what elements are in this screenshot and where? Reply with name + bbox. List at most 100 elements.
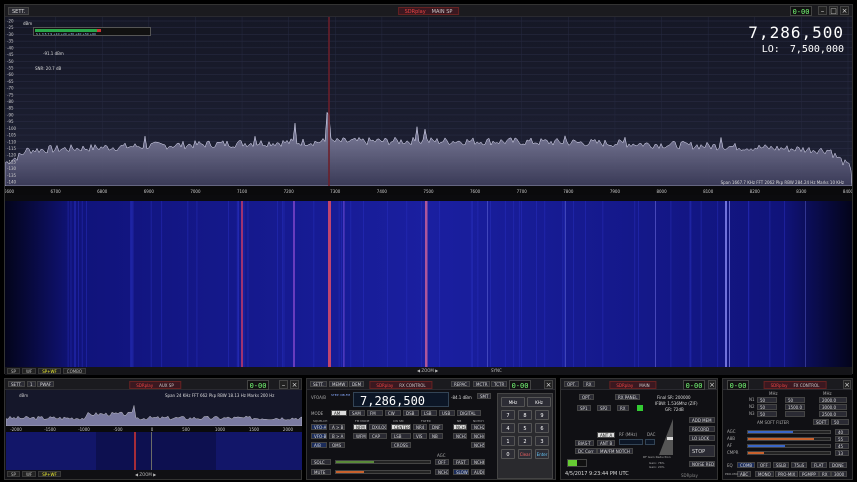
squelch-slider[interactable] — [335, 460, 431, 464]
keypad-1[interactable]: 1 — [501, 436, 515, 446]
aux-sp-button[interactable]: SP — [7, 471, 20, 477]
fx-row-value-a[interactable]: 50 — [757, 404, 777, 410]
mode-fm-button[interactable]: FM — [367, 410, 383, 416]
keypad-2[interactable]: 2 — [518, 436, 532, 446]
fx-row-value-a[interactable]: 50 — [757, 411, 777, 417]
agc-fast-button[interactable]: FAST — [453, 459, 469, 465]
stop-button[interactable]: STOP — [689, 445, 715, 457]
zoom-right-icon[interactable]: ▶ — [434, 368, 438, 373]
squelch-button[interactable]: SQLC — [311, 459, 331, 465]
volume-slider[interactable] — [335, 470, 431, 474]
mode-dsb-button[interactable]: DSB — [403, 410, 419, 416]
keypad-4[interactable]: 4 — [501, 423, 515, 433]
nch6-button[interactable]: NCH6 — [471, 459, 485, 465]
close-icon[interactable]: × — [290, 380, 299, 389]
fx-3000-value[interactable]: 3000 — [831, 471, 848, 477]
nch2-button[interactable]: NCH2 — [471, 424, 485, 430]
mode-lsb-button[interactable]: LSB — [421, 410, 437, 416]
record-button[interactable]: RECORD — [689, 426, 715, 432]
maximize-icon[interactable]: □ — [829, 6, 838, 15]
fx-level-value[interactable]: 13 — [835, 450, 849, 456]
lo-value[interactable]: 7,500,000 — [790, 44, 844, 55]
audio-button[interactable]: AUDIO — [471, 469, 485, 475]
smt-button[interactable]: SMT — [477, 393, 492, 399]
dc-corr-button[interactable]: DC Corr — [575, 448, 597, 454]
dxloc-button[interactable]: DX/LOC — [369, 424, 387, 430]
fx-level-value[interactable]: 45 — [835, 443, 849, 449]
comb-button[interactable]: COMB — [737, 462, 756, 468]
ant-a-button[interactable]: ANT A — [597, 432, 616, 438]
rx-mctr-tab[interactable]: MCTR — [473, 381, 491, 387]
agc-off-button[interactable]: OFF — [435, 459, 449, 465]
close-icon[interactable]: × — [708, 380, 716, 389]
fx-level-slider[interactable] — [747, 430, 831, 434]
dnf-button[interactable]: DNF — [429, 424, 443, 430]
minimize-icon[interactable]: – — [279, 380, 288, 389]
notch-button[interactable]: MW/FM NOTCH — [597, 448, 633, 454]
view-combo-button[interactable]: COMBO — [62, 368, 86, 374]
rx-memw-tab[interactable]: MEMW — [329, 381, 349, 387]
lo-frequency[interactable]: LO: 7,500,000 — [748, 44, 844, 55]
close-icon[interactable]: × — [843, 380, 851, 389]
cross-button[interactable]: CROSS — [391, 442, 411, 448]
aux-waterfall[interactable] — [6, 432, 302, 470]
dac-lcd[interactable] — [645, 439, 655, 445]
spectrum-display[interactable]: -20-25 -30 -35-40 -45 -50-55 -60 -65 -70-75 -80 -… — [5, 17, 852, 195]
nch4-button[interactable]: NCH4 — [471, 433, 485, 439]
b-to-a-button[interactable]: B > A — [329, 433, 345, 439]
close-icon[interactable]: × — [544, 380, 553, 389]
fx-row-value-c[interactable]: 3000.0 — [819, 404, 847, 410]
fx-row-value-a[interactable]: 50 — [757, 397, 777, 403]
close-icon[interactable]: × — [840, 6, 849, 15]
lo-lock-button[interactable]: LO LOCK — [689, 435, 715, 441]
fx-row-value-b[interactable] — [785, 411, 805, 417]
mainctl-rx-tab[interactable]: RX — [583, 381, 595, 387]
tuning-marker[interactable] — [328, 17, 330, 195]
zoom-control[interactable]: ◀ ZOOM ▶ — [417, 368, 497, 374]
vfo-a-button[interactable]: VFO-A — [311, 424, 327, 430]
keypad-5[interactable]: 5 — [518, 423, 532, 433]
nb-button[interactable]: NB — [429, 433, 443, 439]
keypad-0[interactable]: 0 — [501, 449, 515, 459]
fx-row-value-b[interactable]: 50 — [785, 397, 805, 403]
fx-level-value[interactable]: 55 — [835, 436, 849, 442]
mode-cw-button[interactable]: CW — [385, 410, 401, 416]
vfo-b-button[interactable]: VFO-B — [311, 433, 327, 439]
rf-lcd[interactable] — [619, 439, 643, 445]
waterfall-display[interactable] — [5, 201, 852, 367]
fx-level-slider[interactable] — [747, 451, 831, 455]
ab-button[interactable]: A/B — [311, 442, 327, 448]
add-mem-button[interactable]: ADD MEM — [689, 417, 715, 423]
ant-b-button[interactable]: ANT B — [597, 440, 616, 446]
keypad-9[interactable]: 9 — [535, 410, 549, 420]
fx-row-value-c[interactable]: 2000.0 — [819, 397, 847, 403]
sslb-button[interactable]: SSLB — [773, 462, 790, 468]
vis-button[interactable]: VIS — [413, 433, 427, 439]
abc-button[interactable]: ABC — [737, 471, 752, 477]
rx-dem-tab[interactable]: DEM — [349, 381, 365, 387]
soft-button[interactable]: SOFT — [813, 419, 830, 425]
rx-tctr-tab[interactable]: TCTR — [491, 381, 508, 387]
keypad-enter[interactable]: Enter — [535, 449, 549, 459]
sync-label[interactable]: SYNC — [491, 368, 502, 373]
sp1-button[interactable]: SP1 — [577, 405, 591, 411]
cap-button[interactable]: CAP — [369, 433, 387, 439]
opt-button[interactable]: OPT. — [579, 394, 594, 400]
fx-level-value[interactable]: 40 — [835, 429, 849, 435]
rx-frequency[interactable]: 7,286,500 — [360, 394, 425, 408]
mode-digital-button[interactable]: DIGITAL — [457, 410, 481, 416]
keypad-khz[interactable]: KHz — [527, 397, 551, 407]
nch7-button[interactable]: NCH7 — [435, 469, 449, 475]
fx-rx-button[interactable]: RX — [819, 471, 831, 477]
a-to-b-button[interactable]: A > B — [329, 424, 345, 430]
filter-lsb-button[interactable]: LSB — [391, 433, 411, 439]
flat-button[interactable]: FLAT — [811, 462, 827, 468]
view-wf-button[interactable]: WF — [21, 368, 37, 374]
sp2-button[interactable]: SP2 — [597, 405, 611, 411]
nch1-button[interactable]: NCH1 — [453, 424, 467, 430]
minimize-icon[interactable]: – — [818, 6, 827, 15]
wfm-button[interactable]: WFM — [353, 433, 367, 439]
center-button[interactable]: CENTER — [391, 424, 411, 430]
nr4-button[interactable]: NR4 — [413, 424, 427, 430]
mute-button[interactable]: MUTE — [311, 469, 331, 475]
